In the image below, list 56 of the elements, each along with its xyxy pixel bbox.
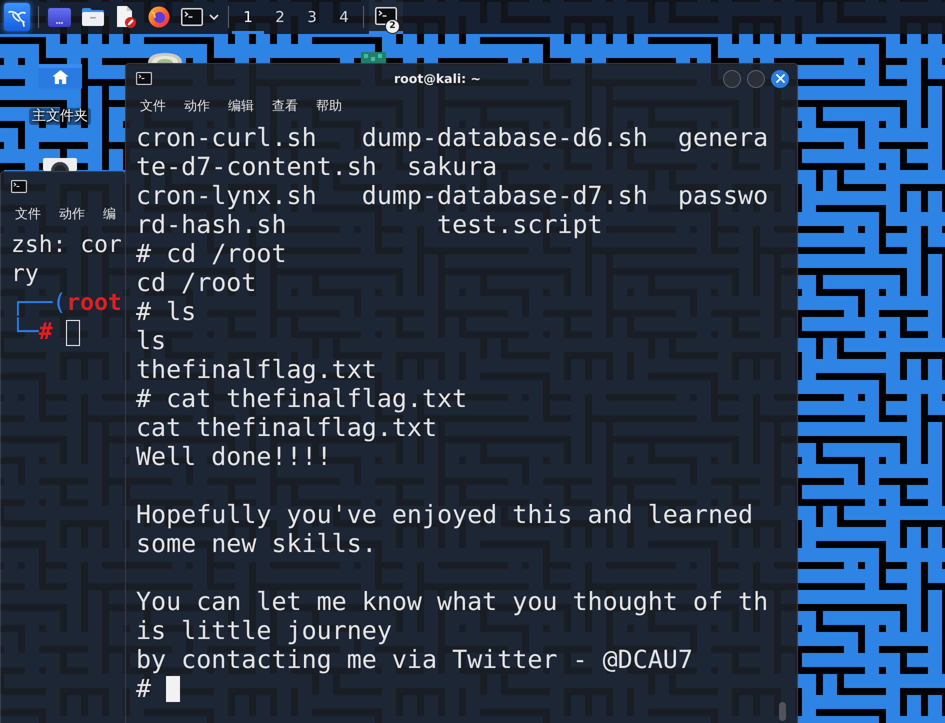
close-icon [776,74,784,83]
terminal-line: by contacting me via Twitter - @DCAU7 [136,645,693,674]
trash-can-icon[interactable] [147,52,183,63]
window-title: root@kali: ~ [394,71,481,86]
terminal-line: You can let me know what you thought of th [136,587,768,616]
globe-icon[interactable] [148,6,170,28]
terminal-line: cd /root [136,268,256,297]
terminal-line: te-d7-content.sh sakura [136,152,498,181]
terminal-line: ry [11,260,39,289]
prompt-symbol: # [136,674,152,703]
terminal-icon[interactable] [180,8,202,26]
terminal-line: some new skills. [136,529,377,558]
minimize-button[interactable] [723,70,741,88]
terminal-line: cron-curl.sh dump-database-d6.sh genera [136,123,768,152]
document-pencil-icon[interactable] [116,6,136,28]
terminal-line: Well done!!!! [136,442,332,471]
terminal-line: cron-lynx.sh dump-database-d7.sh passwo [136,181,768,210]
prompt-frame: ┌──( [11,289,66,318]
workspace-tab[interactable]: 1 [232,0,264,34]
terminal-line: thefinalflag.txt [136,355,377,384]
home-folder-icon[interactable] [38,64,82,89]
menu-item[interactable]: 编 [94,204,125,222]
terminal-line: # cd /root [136,239,287,268]
menu-item[interactable]: 文件 [131,96,175,114]
terminal-line: zsh: cor [11,231,122,260]
workspace-tab[interactable]: 4 [328,0,360,34]
workspace-tab[interactable]: 3 [296,0,328,34]
close-button[interactable] [771,70,789,88]
workspace-tab[interactable]: 2 [264,0,296,34]
menu-item[interactable]: 动作 [175,96,219,114]
menu-item[interactable]: 动作 [50,204,94,222]
folder-icon[interactable] [82,8,104,26]
screen-icon[interactable] [48,8,71,26]
terminal-icon [11,180,27,193]
prompt-symbol: # [38,319,53,347]
terminal-line: rd-hash.sh test.script [136,210,603,239]
menu-item[interactable]: 文件 [6,204,50,222]
app-menu-button[interactable] [4,3,30,31]
drive-icon[interactable] [43,158,77,171]
terminal-line: is little journey [136,616,392,645]
maximize-button[interactable] [747,70,765,88]
prompt-user: root [66,289,122,318]
scrollbar-thumb[interactable] [779,702,786,721]
terminal-line: ls [136,326,166,355]
terminal-line: Hopefully you've enjoyed this and learned [136,500,754,529]
terminal-line: # cat thefinalflag.txt [136,384,468,413]
terminal-line: cat thefinalflag.txt [136,413,438,442]
terminal-icon [136,72,152,85]
window-count-badge: 2 [386,20,399,33]
task-button[interactable]: 2 [369,0,403,34]
menu-item[interactable]: 查看 [263,96,307,114]
prompt-frame: └─ [11,318,39,347]
menu-item[interactable]: 编辑 [219,96,263,114]
menu-item[interactable]: 帮助 [307,96,351,114]
chevron-down-icon[interactable] [209,14,219,20]
terminal-line: # ls [136,297,196,326]
